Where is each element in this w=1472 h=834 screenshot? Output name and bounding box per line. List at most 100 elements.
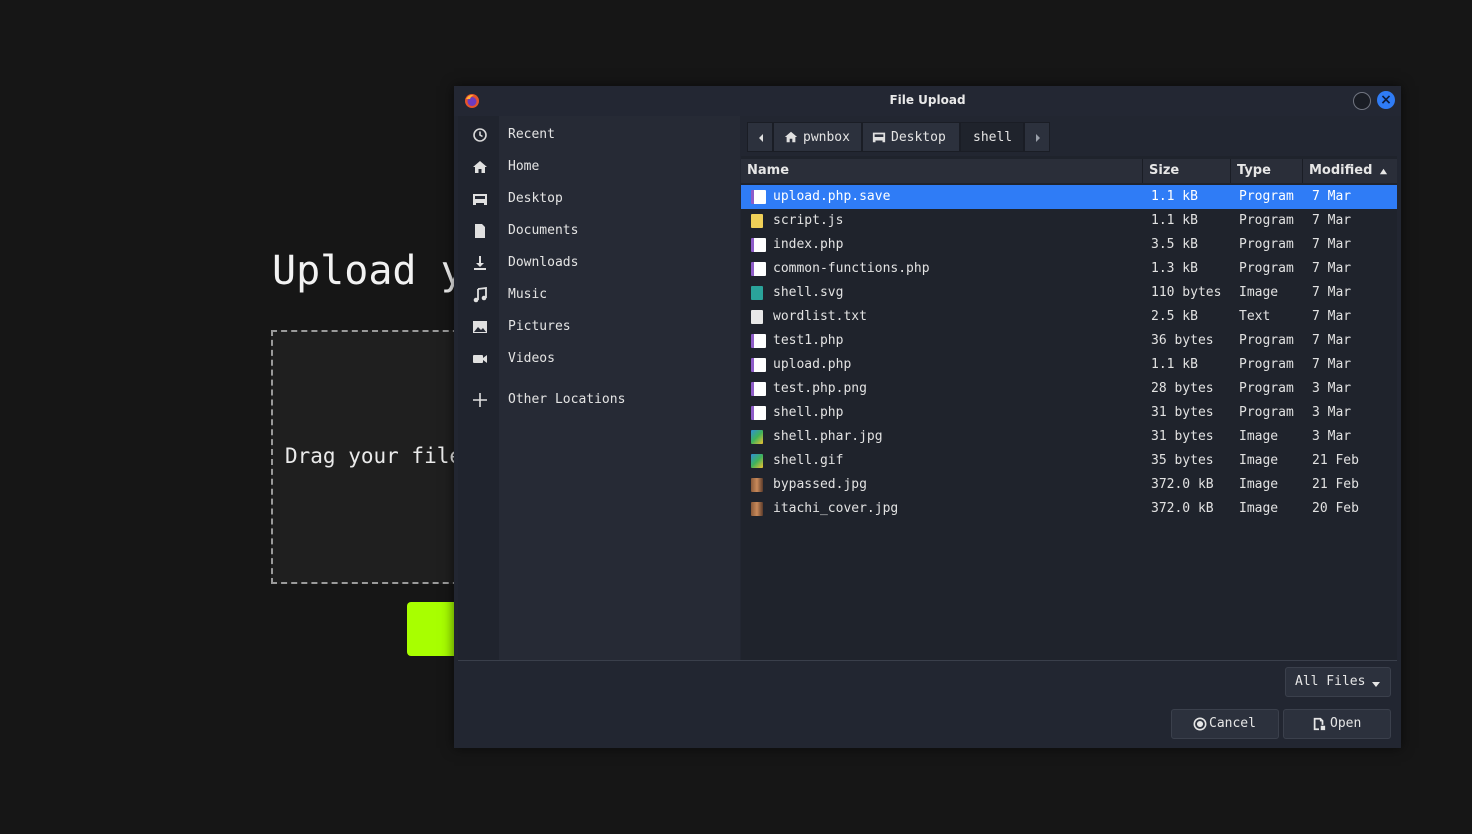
filter-label: All Files [1295,674,1366,689]
path-crumb-shell[interactable]: shell [960,122,1024,152]
sidebar-item-videos[interactable]: Videos [458,343,740,375]
cancel-button[interactable]: Cancel [1171,709,1279,739]
php-icon [751,262,766,276]
divider [458,660,1397,661]
file-list: Name Size Type Modified upload.php.save 1… [741,156,1397,660]
sidebar-item-other-locations[interactable]: Other Locations [458,384,740,416]
file-row[interactable]: common-functions.php 1.3 kB Program 7 Mar [741,257,1397,281]
file-name: upload.php.save [773,189,891,204]
sidebar-item-label: Pictures [508,319,571,334]
file-name: shell.php [773,405,844,420]
page-title: Upload y [272,248,465,294]
path-crumb-desktop[interactable]: Desktop [862,122,960,152]
places-sidebar: Recent Home Desktop Documents Downloads … [458,116,740,660]
file-type: Text [1239,309,1271,324]
file-upload-dialog: File Upload × Recent Home Desktop Docume… [454,86,1401,748]
file-modified: 20 Feb [1312,501,1359,516]
file-row[interactable]: shell.gif 35 bytes Image 21 Feb [741,449,1397,473]
file-name: shell.svg [773,285,844,300]
path-crumb-pwnbox[interactable]: pwnbox [773,122,862,152]
path-back-button[interactable] [747,122,773,152]
desktop-icon [473,194,487,205]
chevron-left-icon [759,134,763,142]
file-size: 372.0 kB [1151,477,1214,492]
file-row[interactable]: upload.php.save 1.1 kB Program 7 Mar [741,185,1397,209]
file-size: 31 bytes [1151,405,1214,420]
music-icon [473,287,487,303]
file-modified: 3 Mar [1312,429,1352,444]
file-name: index.php [773,237,844,252]
sidebar-item-home[interactable]: Home [458,151,740,183]
file-type-filter[interactable]: All Files [1285,667,1391,697]
column-header-size[interactable]: Size [1149,163,1179,178]
minimize-button[interactable] [1353,92,1371,110]
home-icon [473,161,487,173]
file-row[interactable]: script.js 1.1 kB Program 7 Mar [741,209,1397,233]
picture-icon [473,321,487,333]
home-icon [784,131,798,143]
open-button[interactable]: Open [1283,709,1391,739]
sidebar-item-documents[interactable]: Documents [458,215,740,247]
php-icon [751,190,766,204]
file-name: script.js [773,213,844,228]
file-row[interactable]: test1.php 36 bytes Program 7 Mar [741,329,1397,353]
file-modified: 7 Mar [1312,285,1352,300]
file-size: 2.5 kB [1151,309,1198,324]
close-icon: × [1380,92,1392,108]
photo-thumb-icon [751,502,763,516]
sidebar-item-label: Videos [508,351,555,366]
sidebar-item-desktop[interactable]: Desktop [458,183,740,215]
file-row[interactable]: itachi_cover.jpg 372.0 kB Image 20 Feb [741,497,1397,521]
sidebar-item-label: Music [508,287,548,302]
file-modified: 7 Mar [1312,189,1352,204]
sidebar-item-label: Downloads [508,255,579,270]
php-icon [751,358,766,372]
file-row[interactable]: test.php.png 28 bytes Program 3 Mar [741,377,1397,401]
text-file-icon [751,310,763,324]
sidebar-item-pictures[interactable]: Pictures [458,311,740,343]
sidebar-item-label: Desktop [508,191,563,206]
open-label: Open [1330,716,1362,731]
file-row[interactable]: index.php 3.5 kB Program 7 Mar [741,233,1397,257]
video-icon [473,355,487,363]
sidebar-item-downloads[interactable]: Downloads [458,247,740,279]
file-type: Image [1239,429,1279,444]
file-name: common-functions.php [773,261,930,276]
image-icon [751,430,763,444]
file-row[interactable]: bypassed.jpg 372.0 kB Image 21 Feb [741,473,1397,497]
file-row[interactable]: upload.php 1.1 kB Program 7 Mar [741,353,1397,377]
sidebar-item-label: Recent [508,127,555,142]
chevron-down-icon [1372,682,1380,687]
file-type: Image [1239,477,1279,492]
column-header-name[interactable]: Name [747,163,789,178]
file-type: Image [1239,285,1279,300]
clock-icon [473,128,487,142]
file-row[interactable]: shell.php 31 bytes Program 3 Mar [741,401,1397,425]
sidebar-item-music[interactable]: Music [458,279,740,311]
file-size: 3.5 kB [1151,237,1198,252]
chevron-right-icon [1036,134,1040,142]
sidebar-item-recent[interactable]: Recent [458,119,740,151]
cancel-label: Cancel [1209,716,1256,731]
sidebar-item-label: Other Locations [508,392,626,407]
file-list-header: Name Size Type Modified [741,159,1397,183]
sidebar-item-label: Home [508,159,540,174]
crumb-label: pwnbox [803,130,850,145]
file-modified: 7 Mar [1312,309,1352,324]
file-size: 1.1 kB [1151,357,1198,372]
file-type: Program [1239,261,1294,276]
path-forward-button[interactable] [1024,122,1050,152]
file-row[interactable]: wordlist.txt 2.5 kB Text 7 Mar [741,305,1397,329]
sidebar-item-label: Documents [508,223,579,238]
close-button[interactable]: × [1377,91,1395,109]
file-type: Image [1239,501,1279,516]
column-header-modified[interactable]: Modified [1309,163,1372,178]
file-size: 1.1 kB [1151,189,1198,204]
plus-icon [473,393,487,407]
file-row[interactable]: shell.phar.jpg 31 bytes Image 3 Mar [741,425,1397,449]
cancel-icon [1193,717,1207,731]
column-header-type[interactable]: Type [1237,163,1271,178]
file-type: Program [1239,213,1294,228]
photo-thumb-icon [751,478,763,492]
file-row[interactable]: shell.svg 110 bytes Image 7 Mar [741,281,1397,305]
